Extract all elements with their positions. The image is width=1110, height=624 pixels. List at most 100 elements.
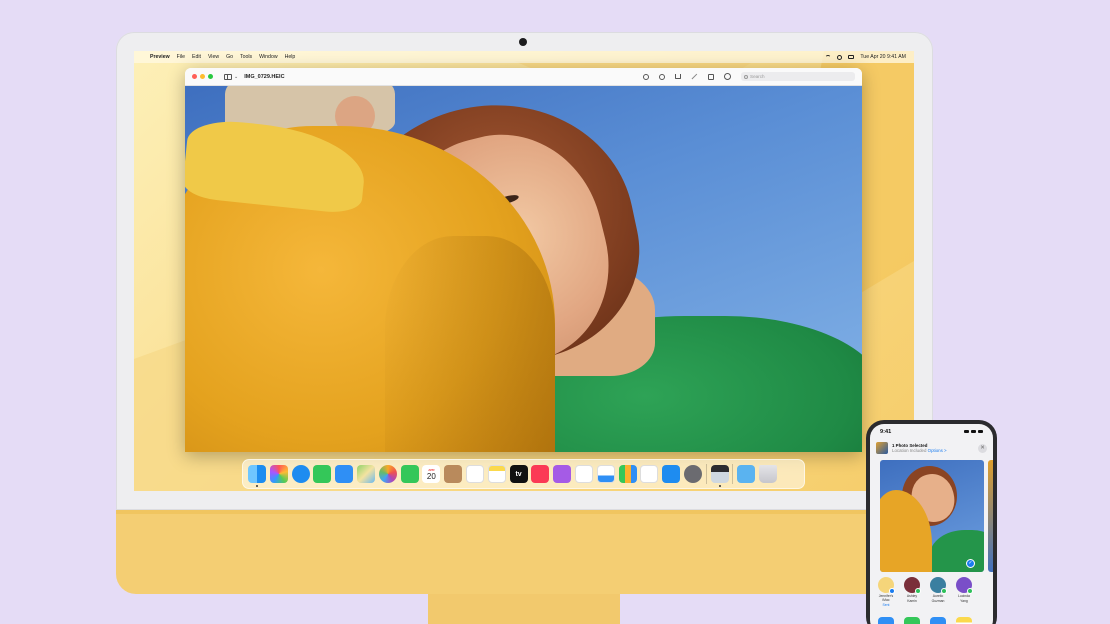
airdrop-app-icon[interactable] [878, 617, 894, 624]
highlight-icon[interactable] [691, 73, 698, 80]
chevron-down-icon[interactable]: ⌄ [234, 74, 238, 80]
airdrop-target[interactable]: Lucinda Yang [954, 577, 974, 607]
numbers-icon[interactable] [618, 465, 637, 483]
wifi-icon [971, 429, 976, 434]
messages-app-icon[interactable] [904, 617, 920, 624]
dock-separator [705, 464, 707, 484]
search-placeholder: Search [750, 74, 765, 79]
phone-clock: 9:41 [880, 428, 892, 435]
airdrop-target[interactable]: Ashley Kamin [902, 577, 922, 607]
minimize-window-button[interactable] [200, 74, 205, 79]
mail-app-icon[interactable] [930, 617, 946, 624]
calendar-icon[interactable]: APR 20 [422, 465, 441, 483]
finder-icon[interactable] [248, 465, 266, 487]
person-name: Guzman [931, 599, 945, 603]
safari-icon[interactable] [291, 465, 310, 483]
zoom-window-button[interactable] [208, 74, 213, 79]
podcasts-icon[interactable] [553, 465, 572, 483]
imac-stand [428, 594, 620, 624]
app-store-icon[interactable] [662, 465, 681, 483]
reminders-icon[interactable] [465, 465, 484, 483]
person-name: Jennifer's iMac [878, 594, 894, 602]
photos-icon[interactable] [378, 465, 397, 483]
control-center-icon[interactable] [848, 55, 855, 59]
person-name: Yang [960, 599, 968, 603]
contacts-icon[interactable] [444, 465, 463, 483]
preview-window: ⌄ IMG_0729.HEIC Search [185, 68, 862, 452]
mail-icon[interactable] [335, 465, 354, 483]
airdrop-target[interactable]: Aurelio Guzman [928, 577, 948, 607]
messages-badge-icon [915, 588, 921, 594]
iphone: 9:41 1 Photo Selected Location Included … [866, 420, 997, 624]
sidebar-toggle-icon[interactable] [224, 73, 232, 80]
system-preferences-icon[interactable] [683, 465, 702, 483]
camera-icon [519, 38, 527, 46]
share-apps-row [878, 617, 990, 624]
rotate-icon[interactable] [708, 73, 714, 80]
selected-photo[interactable] [880, 460, 984, 572]
avatar [904, 577, 921, 594]
options-link[interactable]: Options > [928, 448, 947, 453]
search-input[interactable]: Search [741, 72, 855, 81]
adjacent-photo[interactable] [988, 460, 993, 572]
airdrop-target[interactable]: Jennifer's iMac Sent [876, 577, 896, 607]
facetime-icon[interactable] [400, 465, 419, 483]
status-bar: 9:41 [870, 424, 993, 439]
trash-icon[interactable] [758, 465, 777, 483]
pages-icon[interactable] [640, 465, 659, 483]
messages-badge-icon [941, 588, 947, 594]
spotlight-icon[interactable] [837, 54, 843, 60]
menubar-clock[interactable]: Tue Apr 20 9:41 AM [860, 54, 906, 60]
share-sheet-subtitle: Location Included [892, 448, 927, 453]
messages-badge-icon [967, 588, 973, 594]
launchpad-icon[interactable] [269, 465, 288, 483]
share-icon[interactable] [675, 74, 681, 79]
green-sweater [930, 530, 984, 572]
messages-icon[interactable] [313, 465, 332, 483]
maps-icon[interactable] [356, 465, 375, 483]
dock-separator [732, 464, 734, 484]
person-status: Sent [882, 603, 890, 607]
keynote-icon[interactable] [596, 465, 615, 483]
zoom-out-icon[interactable] [643, 73, 649, 80]
menu-tools[interactable]: Tools [240, 54, 252, 60]
close-window-button[interactable] [192, 74, 197, 79]
airdrop-badge-icon [889, 588, 895, 594]
preview-icon[interactable] [710, 465, 729, 487]
photo-thumbnail [876, 442, 888, 454]
calendar-day: 20 [426, 471, 436, 481]
menu-window[interactable]: Window [259, 54, 277, 60]
imac-chin-edge [116, 510, 933, 514]
menu-go[interactable]: Go [226, 54, 233, 60]
zoom-in-icon[interactable] [659, 73, 665, 80]
airdrop-people-row: Jennifer's iMac Sent Ashley Kamin Aureli… [876, 577, 993, 607]
search-icon [744, 74, 748, 79]
signal-icon [964, 429, 969, 434]
markup-icon[interactable] [724, 73, 731, 80]
news-icon[interactable] [574, 465, 593, 483]
window-titlebar: ⌄ IMG_0729.HEIC Search [185, 68, 862, 86]
menu-view[interactable]: View [208, 54, 219, 60]
wifi-icon[interactable] [825, 55, 832, 59]
music-icon[interactable] [531, 465, 550, 483]
jacket-shadow [385, 236, 555, 452]
notes-app-icon[interactable] [956, 617, 972, 624]
menu-bar: Preview File Edit View Go Tools Window H… [134, 51, 914, 63]
menu-edit[interactable]: Edit [192, 54, 201, 60]
share-sheet-header: 1 Photo Selected Location Included Optio… [870, 439, 993, 457]
person-name: Aurelio [932, 594, 944, 598]
downloads-folder-icon[interactable] [737, 465, 756, 483]
close-sheet-button[interactable]: ✕ [978, 443, 987, 453]
menu-preview[interactable]: Preview [150, 54, 170, 60]
tv-icon[interactable]: tv [509, 465, 528, 483]
menu-file[interactable]: File [177, 54, 185, 60]
person-name: Ashley [906, 594, 918, 598]
imac-chin [116, 510, 933, 594]
dock: APR 20 tv [242, 459, 805, 489]
tv-label: tv [515, 470, 522, 478]
menu-help[interactable]: Help [285, 54, 296, 60]
avatar [878, 577, 895, 594]
iphone-screen: 9:41 1 Photo Selected Location Included … [870, 424, 993, 624]
notes-icon[interactable] [487, 465, 506, 483]
checkmark-icon: ✓ [966, 559, 975, 568]
